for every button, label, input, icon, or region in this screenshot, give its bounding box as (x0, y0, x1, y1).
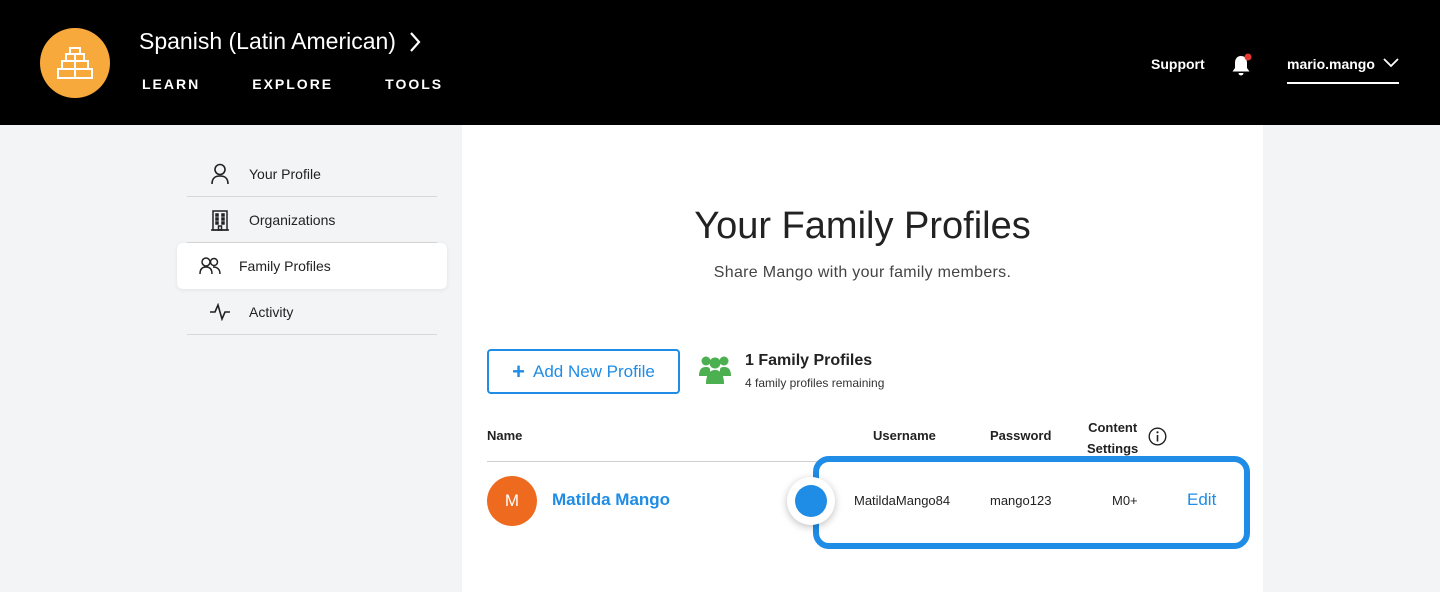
username: mario.mango (1287, 56, 1375, 72)
person-icon (209, 163, 231, 185)
sidebar-item-label: Family Profiles (239, 258, 331, 274)
edit-profile-button[interactable]: Edit (1187, 490, 1216, 510)
content-header-line1: Content (1088, 420, 1138, 435)
chevron-right-icon (410, 31, 421, 52)
cursor-dot (795, 485, 827, 517)
family-profiles-remaining: 4 family profiles remaining (745, 376, 885, 390)
course-selector[interactable]: Spanish (Latin American) (139, 28, 422, 55)
cursor-indicator (787, 477, 835, 525)
add-new-profile-label: Add New Profile (532, 361, 655, 381)
notification-dot (1244, 53, 1252, 61)
nav-learn[interactable]: LEARN (142, 76, 200, 92)
main-nav: LEARN EXPLORE TOOLS (142, 76, 443, 92)
sidebar-item-activity[interactable]: Activity (187, 289, 437, 335)
sidebar-item-label: Activity (249, 303, 294, 320)
page-subtitle: Share Mango with your family members. (713, 264, 1012, 281)
building-icon (209, 209, 231, 231)
info-icon[interactable] (1148, 427, 1167, 446)
chevron-down-icon (1383, 58, 1399, 68)
column-header-content-settings: Content Settings (1087, 417, 1138, 459)
user-menu[interactable]: mario.mango (1287, 52, 1399, 84)
main-panel: Your Family Profiles Share Mango with yo… (462, 125, 1263, 592)
profile-content-setting: M0+ (1112, 493, 1138, 508)
support-link[interactable]: Support (1151, 56, 1205, 72)
family-group-icon (699, 356, 731, 384)
activity-icon (209, 301, 231, 323)
logo[interactable] (40, 28, 110, 98)
family-profile-count: 1 Family Profiles (745, 352, 873, 369)
people-icon (199, 255, 221, 277)
settings-sidebar: Your Profile Organizations Family Profil… (177, 151, 447, 335)
course-title: Spanish (Latin American) (139, 28, 396, 54)
sidebar-item-your-profile[interactable]: Your Profile (187, 151, 437, 197)
profile-password: mango123 (990, 493, 1052, 508)
top-header: Spanish (Latin American) LEARN EXPLORE T… (0, 0, 1440, 125)
bell-icon (1232, 53, 1252, 76)
column-header-password: Password (990, 428, 1052, 443)
nav-explore[interactable]: EXPLORE (252, 76, 333, 92)
column-header-username: Username (873, 428, 936, 443)
avatar: M (487, 476, 537, 526)
column-header-name: Name (487, 428, 523, 443)
pyramid-icon (57, 47, 93, 79)
notifications-button[interactable] (1230, 53, 1252, 77)
profile-username: MatildaMango84 (854, 493, 951, 508)
plus-icon: + (512, 358, 525, 384)
profile-name-link[interactable]: Matilda Mango (552, 490, 670, 510)
sidebar-item-organizations[interactable]: Organizations (187, 197, 437, 243)
sidebar-item-label: Organizations (249, 211, 336, 228)
add-new-profile-button[interactable]: + Add New Profile (487, 349, 680, 394)
table-divider (487, 461, 817, 462)
sidebar-item-label: Your Profile (249, 165, 321, 182)
nav-tools[interactable]: TOOLS (385, 76, 443, 92)
page-title: Your Family Profiles (694, 205, 1031, 247)
sidebar-item-family-profiles[interactable]: Family Profiles (177, 243, 447, 289)
